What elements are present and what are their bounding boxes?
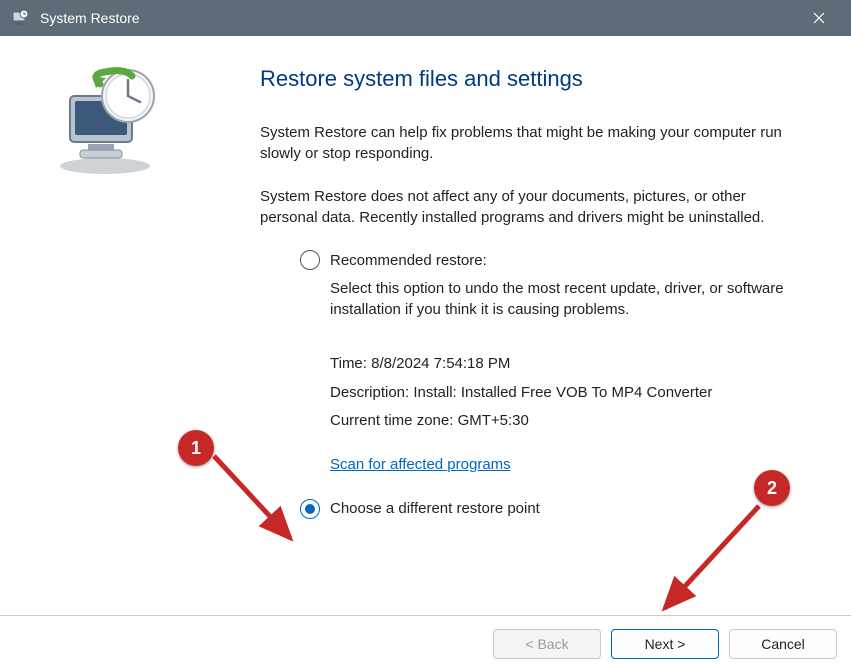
time-label: Time: xyxy=(330,355,371,372)
tz-label: Current time zone: xyxy=(330,412,458,429)
button-bar: < Back Next > Cancel xyxy=(0,616,851,672)
page-heading: Restore system files and settings xyxy=(260,66,791,92)
close-icon[interactable] xyxy=(797,0,841,36)
app-icon xyxy=(10,8,30,28)
recommended-restore-label: Recommended restore: xyxy=(330,252,487,269)
titlebar: System Restore xyxy=(0,0,851,36)
detail-timezone: Current time zone: GMT+5:30 xyxy=(330,407,791,436)
back-button[interactable]: < Back xyxy=(493,629,601,659)
window-title: System Restore xyxy=(40,10,140,26)
restore-point-details: Time: 8/8/2024 7:54:18 PM Description: I… xyxy=(330,350,791,436)
radio-checked-icon xyxy=(300,499,320,519)
choose-different-option[interactable]: Choose a different restore point xyxy=(300,499,791,519)
intro-paragraph-1: System Restore can help fix problems tha… xyxy=(260,122,791,164)
annotation-badge-1: 1 xyxy=(178,430,214,466)
recommended-description: Select this option to undo the most rece… xyxy=(330,278,791,320)
radio-unchecked-icon xyxy=(300,250,320,270)
recommended-restore-option[interactable]: Recommended restore: xyxy=(300,250,791,270)
description-value: Install: Installed Free VOB To MP4 Conve… xyxy=(413,384,712,401)
scan-affected-link[interactable]: Scan for affected programs xyxy=(330,456,511,473)
tz-value: GMT+5:30 xyxy=(458,412,529,429)
cancel-button[interactable]: Cancel xyxy=(729,629,837,659)
left-pane xyxy=(0,36,220,615)
intro-paragraph-2: System Restore does not affect any of yo… xyxy=(260,186,791,228)
detail-description: Description: Install: Installed Free VOB… xyxy=(330,379,791,408)
system-restore-graphic xyxy=(50,66,170,176)
right-pane: Restore system files and settings System… xyxy=(220,36,851,615)
detail-time: Time: 8/8/2024 7:54:18 PM xyxy=(330,350,791,379)
annotation-badge-2: 2 xyxy=(754,470,790,506)
restore-options: Recommended restore: Select this option … xyxy=(300,250,791,519)
content-area: Restore system files and settings System… xyxy=(0,36,851,616)
choose-different-label: Choose a different restore point xyxy=(330,500,540,517)
time-value: 8/8/2024 7:54:18 PM xyxy=(371,355,510,372)
description-label: Description: xyxy=(330,384,413,401)
next-button[interactable]: Next > xyxy=(611,629,719,659)
